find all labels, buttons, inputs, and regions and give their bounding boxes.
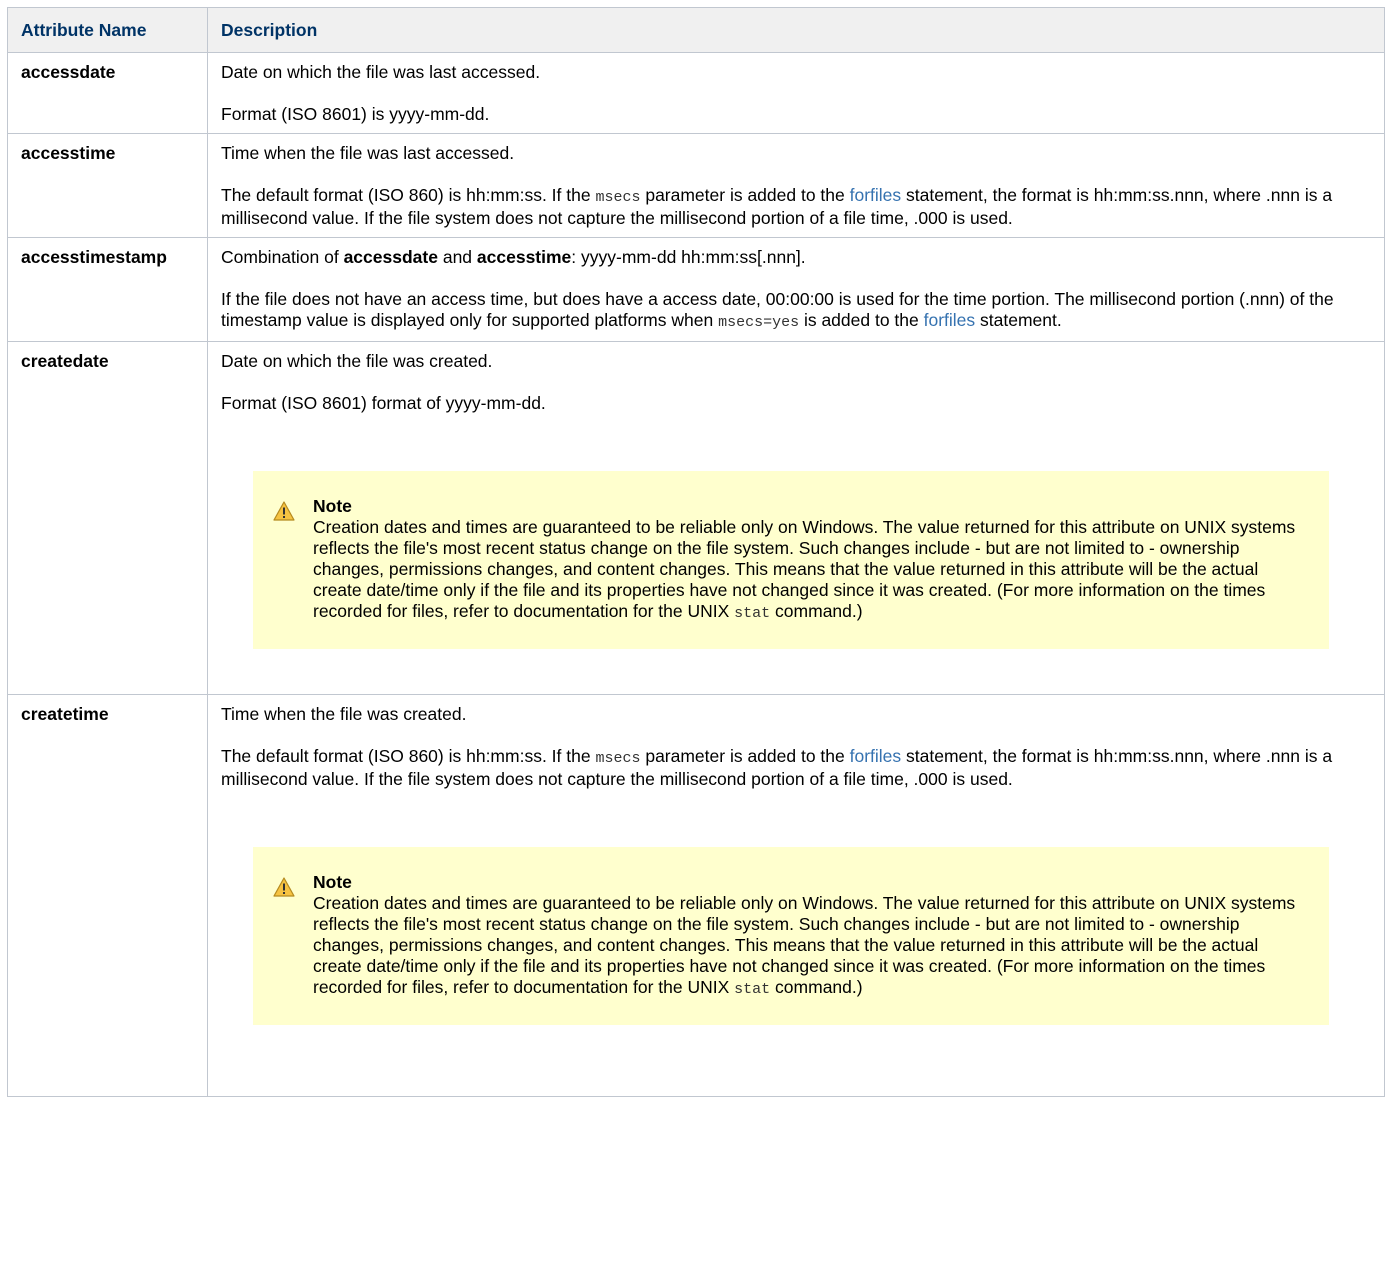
attribute-description: Date on which the file was created. Form… bbox=[207, 341, 1385, 695]
text-segment: Combination of bbox=[221, 247, 344, 267]
description-text: Date on which the file was created. bbox=[221, 351, 493, 371]
attribute-description: Combination of accessdate and accesstime… bbox=[207, 237, 1385, 342]
code-stat: stat bbox=[734, 981, 771, 998]
text-segment: and bbox=[437, 247, 477, 267]
attribute-name: createdate bbox=[7, 341, 208, 695]
note-title: Note bbox=[313, 496, 352, 516]
format-text: The default format (ISO 860) is hh:mm:ss… bbox=[221, 185, 1371, 229]
forfiles-link[interactable]: forfiles bbox=[850, 746, 902, 766]
warning-icon bbox=[273, 877, 295, 897]
code-msecs-yes: msecs=yes bbox=[718, 314, 800, 331]
attribute-description: Date on which the file was last accessed… bbox=[207, 52, 1385, 134]
text-segment: is added to the bbox=[799, 310, 924, 330]
format-text: The default format (ISO 860) is hh:mm:ss… bbox=[221, 746, 1371, 790]
attribute-description: Time when the file was last accessed. Th… bbox=[207, 133, 1385, 238]
forfiles-link[interactable]: forfiles bbox=[850, 185, 902, 205]
column-header-description: Description bbox=[207, 7, 1385, 53]
forfiles-link[interactable]: forfiles bbox=[924, 310, 976, 330]
note-text: Creation dates and times are guaranteed … bbox=[313, 893, 1309, 1000]
text-segment: : yyyy-mm-dd hh:mm:ss[.nnn]. bbox=[571, 247, 806, 267]
description-text: Date on which the file was last accessed… bbox=[221, 62, 541, 82]
table-row-accesstime: accesstime Time when the file was last a… bbox=[7, 133, 1385, 238]
description-text: Combination of accessdate and accesstime… bbox=[221, 247, 1371, 268]
note-text: Creation dates and times are guaranteed … bbox=[313, 517, 1309, 624]
text-segment: parameter is added to the bbox=[640, 746, 850, 766]
description-text: Time when the file was last accessed. bbox=[221, 143, 515, 163]
note-panel: Note Creation dates and times are guaran… bbox=[253, 847, 1329, 1025]
format-text: Format (ISO 8601) is yyyy-mm-dd. bbox=[221, 104, 490, 124]
warning-icon bbox=[273, 501, 295, 521]
description-text: Time when the file was created. bbox=[221, 704, 467, 724]
text-segment: The default format (ISO 860) is hh:mm:ss… bbox=[221, 746, 596, 766]
format-text: If the file does not have an access time… bbox=[221, 289, 1371, 333]
text-segment: parameter is added to the bbox=[640, 185, 850, 205]
code-msecs: msecs bbox=[595, 189, 641, 206]
keyword-accessdate: accessdate bbox=[343, 247, 438, 267]
table-row-createtime: createtime Time when the file was create… bbox=[7, 694, 1385, 1097]
table-row-accesstimestamp: accesstimestamp Combination of accessdat… bbox=[7, 237, 1385, 342]
text-segment: command.) bbox=[770, 977, 863, 997]
keyword-accesstime: accesstime bbox=[476, 247, 572, 267]
code-stat: stat bbox=[734, 605, 771, 622]
code-msecs: msecs bbox=[595, 750, 641, 767]
text-segment: statement. bbox=[975, 310, 1062, 330]
table-header-row: Attribute Name Description bbox=[7, 7, 1385, 53]
attribute-name: accesstime bbox=[7, 133, 208, 238]
text-segment: The default format (ISO 860) is hh:mm:ss… bbox=[221, 185, 596, 205]
attribute-description: Time when the file was created. The defa… bbox=[207, 694, 1385, 1097]
format-text: Format (ISO 8601) format of yyyy-mm-dd. bbox=[221, 393, 546, 413]
table-row-createdate: createdate Date on which the file was cr… bbox=[7, 341, 1385, 695]
attribute-name: accessdate bbox=[7, 52, 208, 134]
note-panel: Note Creation dates and times are guaran… bbox=[253, 471, 1329, 649]
column-header-attribute-name: Attribute Name bbox=[7, 7, 208, 53]
text-segment: command.) bbox=[770, 601, 863, 621]
table-row-accessdate: accessdate Date on which the file was la… bbox=[7, 52, 1385, 134]
attribute-name: createtime bbox=[7, 694, 208, 1097]
note-title: Note bbox=[313, 872, 352, 892]
attribute-name: accesstimestamp bbox=[7, 237, 208, 342]
attributes-table: Attribute Name Description accessdate Da… bbox=[7, 7, 1385, 1097]
